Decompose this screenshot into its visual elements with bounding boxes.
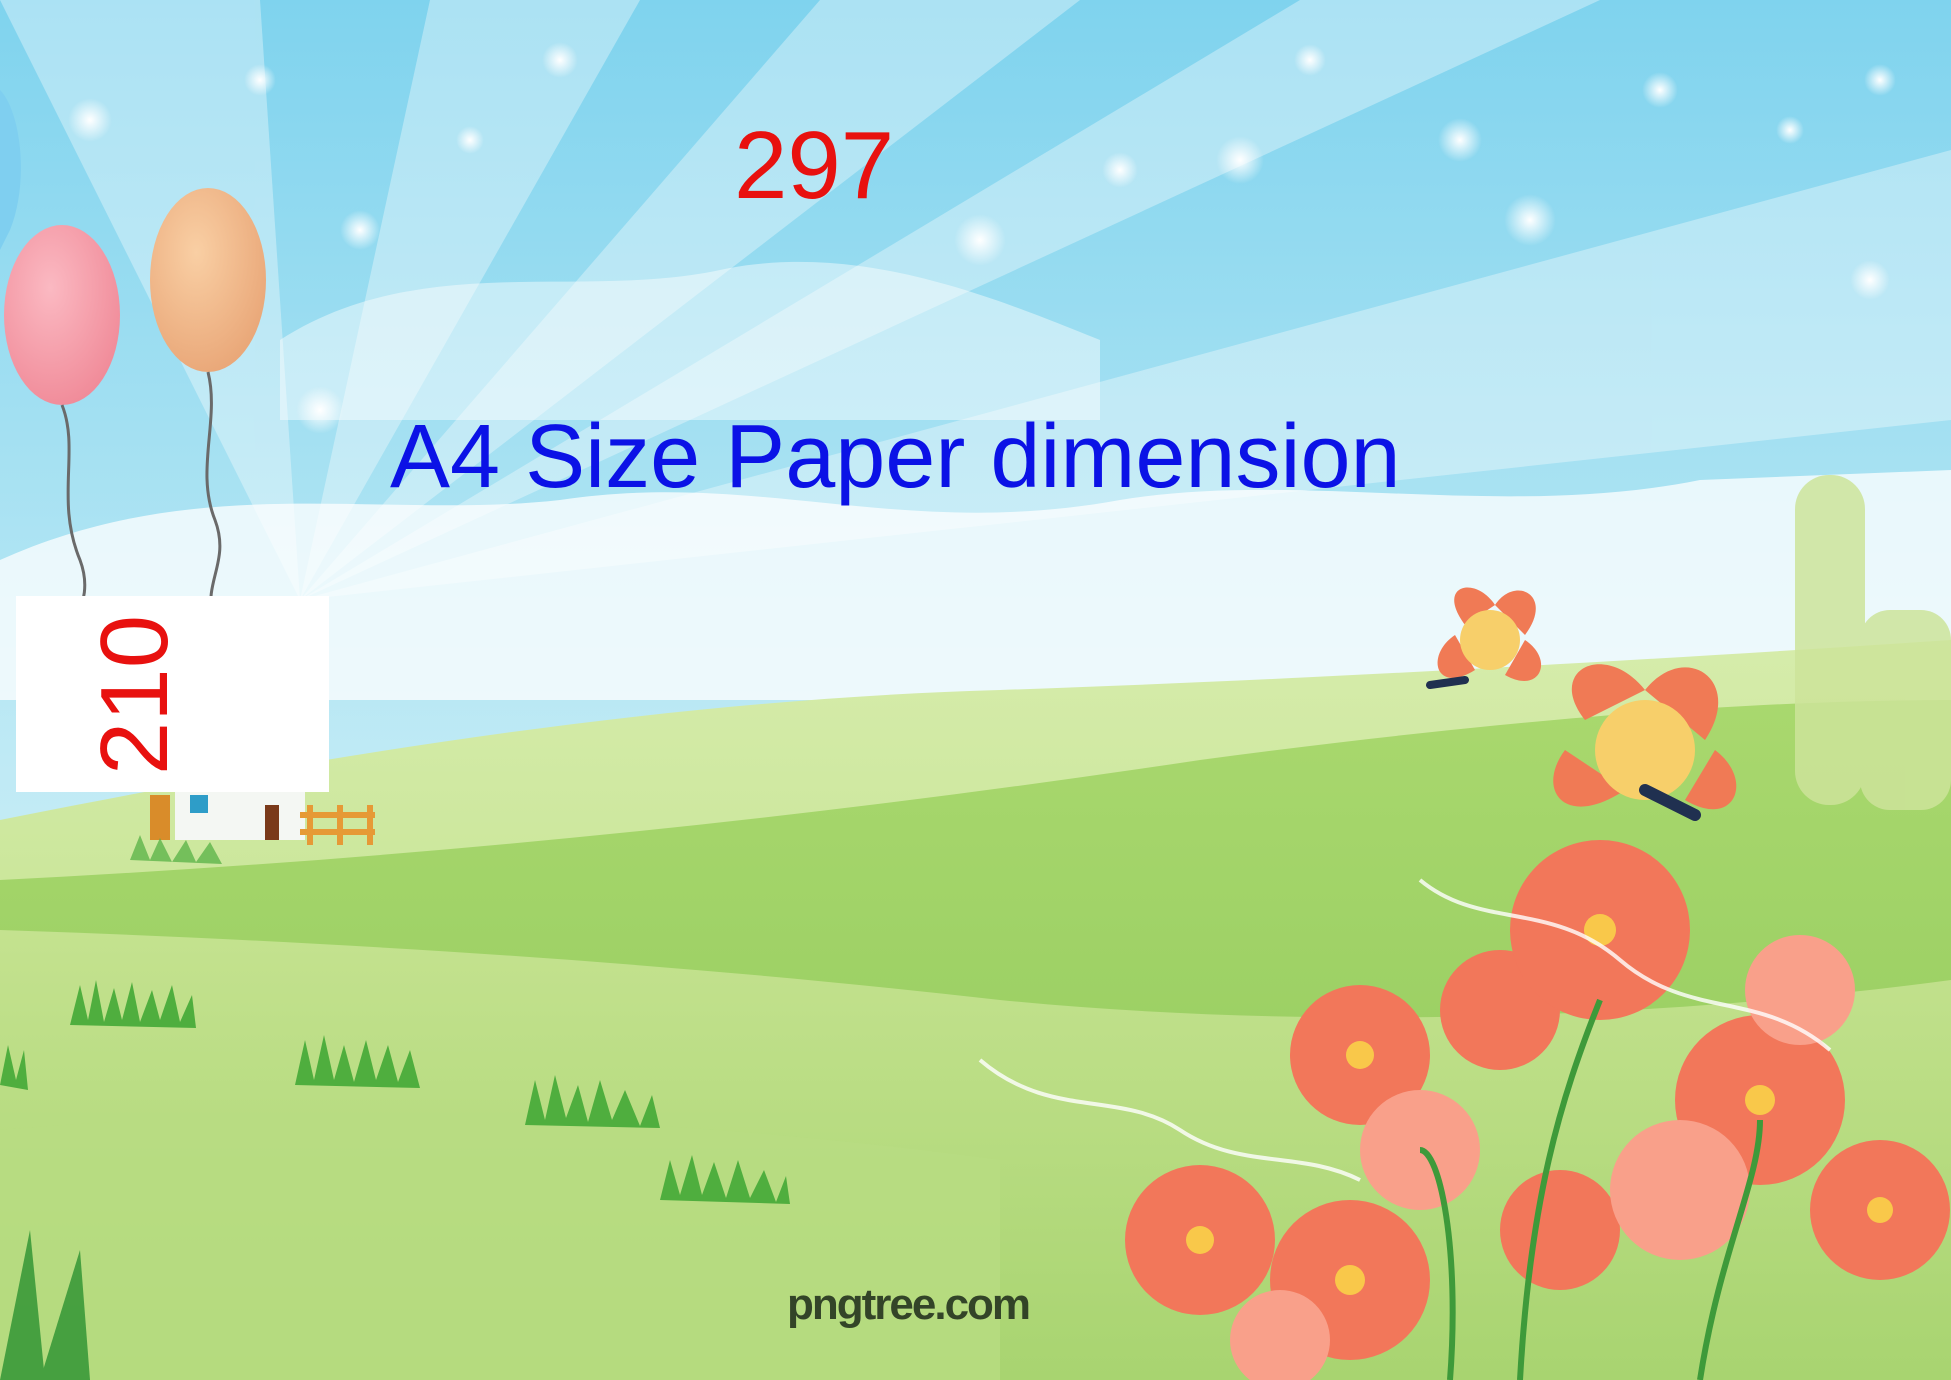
page-title: A4 Size Paper dimension (390, 407, 1401, 507)
paper-height-label: 210 (81, 614, 188, 776)
watermark-text: pngtree.com (787, 1280, 1031, 1329)
slide: 297 A4 Size Paper dimension 210 pngtree.… (0, 0, 1951, 1380)
paper-width-label: 297 (734, 112, 895, 219)
